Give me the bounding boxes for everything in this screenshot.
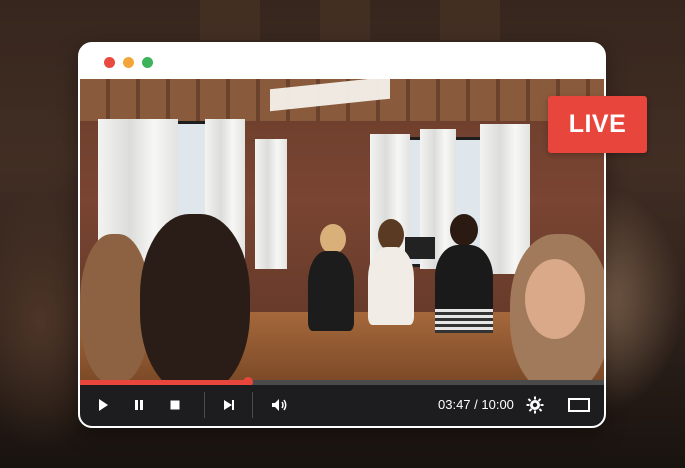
title-bar [80,44,604,79]
video-player-window: 03:47 / 10:00 [78,42,606,428]
skip-next-icon[interactable] [218,394,240,416]
play-icon[interactable] [92,394,114,416]
divider [204,392,205,418]
time-display: 03:47 / 10:00 [438,397,514,412]
stop-icon[interactable] [164,394,186,416]
volume-icon[interactable] [269,394,291,416]
close-dot-icon[interactable] [104,57,115,68]
minimize-dot-icon[interactable] [123,57,134,68]
control-bar: 03:47 / 10:00 [80,385,604,426]
live-badge: LIVE [548,96,647,153]
fullscreen-icon[interactable] [568,394,590,416]
gear-icon[interactable] [524,394,546,416]
video-frame[interactable] [80,79,604,382]
pause-icon[interactable] [128,394,150,416]
maximize-dot-icon[interactable] [142,57,153,68]
divider [252,392,253,418]
